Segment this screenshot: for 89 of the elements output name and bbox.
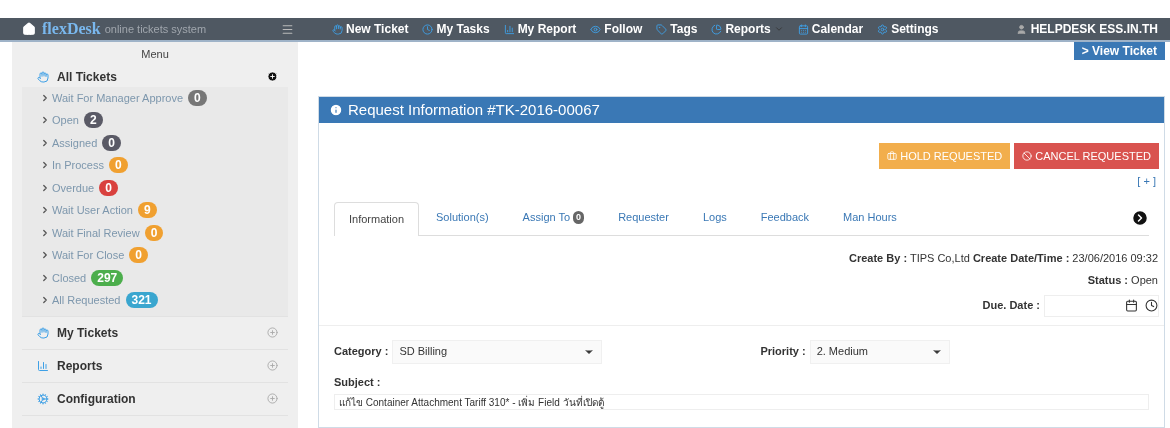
tab[interactable]: Solution(s) [419, 200, 506, 235]
action-button[interactable]: CANCEL REQUESTED [1014, 143, 1159, 169]
subject-label: Subject : [334, 374, 382, 390]
chevron-icon [40, 227, 50, 238]
info-icon [329, 103, 343, 117]
category-select[interactable]: SD Billing [392, 339, 603, 364]
tab[interactable]: Logs [685, 200, 744, 235]
nav-link[interactable]: Calendar [797, 20, 864, 38]
brand-tagline: online tickets system [104, 21, 207, 37]
nav-link[interactable]: Follow [590, 20, 643, 38]
chevron-icon [40, 92, 50, 103]
tab[interactable]: Information [334, 201, 420, 236]
nav-icon [711, 23, 723, 35]
nav-icon [656, 23, 668, 35]
count-badge: 9 [137, 202, 157, 219]
nav-icon [503, 23, 515, 35]
status-link[interactable]: Wait User Action [52, 202, 133, 219]
status-link[interactable]: Assigned [52, 134, 98, 151]
clock-icon[interactable] [1145, 299, 1158, 312]
count-badge: 0 [188, 89, 207, 106]
section-icon [37, 392, 49, 405]
home-icon[interactable] [22, 22, 36, 36]
count-badge: 297 [91, 269, 124, 286]
priority-label: Priority : [760, 344, 806, 360]
count-badge: 0 [129, 247, 148, 264]
ban-icon [1022, 151, 1033, 161]
nav-link[interactable]: My Tasks [422, 20, 490, 38]
status-link[interactable]: In Process [52, 157, 104, 174]
status-link[interactable]: Wait For Close [52, 247, 125, 264]
user-name[interactable]: HELPDESK ESS.IN.TH [1030, 20, 1158, 38]
status-link[interactable]: Overdue [52, 179, 95, 196]
nav-link[interactable]: New Ticket [332, 20, 409, 38]
tab[interactable]: Requester [601, 200, 686, 235]
due-date-field[interactable] [1044, 294, 1159, 317]
chevron-icon [40, 205, 50, 216]
nav-link[interactable]: Reports [711, 20, 784, 38]
brand-name[interactable]: flexDesk [42, 17, 101, 41]
chevron-icon [40, 160, 50, 171]
subject-field[interactable]: แก้ไข Container Attachment Tariff 310* - เพิ่ม Field วันที่เปิดตู้ [334, 394, 1149, 410]
status-link[interactable]: Wait For Manager Approve [52, 89, 184, 106]
panel-title: Request Information #TK-2016-00067 [348, 99, 600, 120]
nav-icon [590, 23, 602, 35]
count-badge: 0 [102, 134, 121, 151]
count-badge: 0 [108, 157, 128, 174]
status-link[interactable]: Wait Final Review [52, 224, 140, 241]
sidebar-title: Menu [140, 47, 170, 62]
status-link[interactable]: Closed [52, 269, 87, 286]
create-info: Create By : TIPS Co,Ltd Create Date/Time : 23/06/2016 09:32 [849, 250, 1158, 266]
chevron-icon [40, 182, 50, 193]
nav-link[interactable]: Tags [656, 20, 698, 38]
breadcrumb[interactable]: > View Ticket [1073, 42, 1165, 60]
count-badge: 321 [125, 292, 158, 309]
section-icon [37, 70, 49, 83]
count-badge: 0 [573, 210, 585, 225]
tab[interactable]: Assign To 0 [505, 200, 602, 235]
sidebar-section[interactable]: My Tickets [57, 323, 119, 342]
nav-icon [797, 23, 809, 35]
due-date-label: Due. Date : [982, 298, 1040, 314]
sidebar-section[interactable]: Configuration [57, 389, 136, 408]
status-link[interactable]: Open [52, 112, 79, 129]
chevron-icon [40, 250, 50, 261]
menu-icon[interactable] [281, 22, 294, 36]
status-link[interactable]: All Requested [52, 292, 121, 309]
nav-link[interactable]: My Report [503, 20, 577, 38]
sidebar-section[interactable]: All Tickets [57, 67, 117, 86]
sidebar-section[interactable]: Reports [57, 356, 103, 375]
count-badge: 0 [144, 224, 164, 241]
nav-icon [877, 23, 889, 35]
tab[interactable]: Man Hours [826, 200, 914, 235]
nav-icon [422, 23, 434, 35]
add-tag-link[interactable]: [ + ] [1137, 173, 1156, 190]
priority-select[interactable]: 2. Medium [809, 339, 950, 364]
calendar-icon [1125, 299, 1138, 312]
category-label: Category : [334, 344, 389, 360]
nav-link[interactable]: Settings [877, 20, 939, 38]
chevron-icon [40, 272, 50, 283]
count-badge: 2 [83, 112, 103, 129]
section-icon [37, 326, 49, 339]
user-icon[interactable] [1015, 23, 1027, 35]
nav-icon [332, 23, 343, 35]
chevron-icon [40, 137, 50, 148]
next-icon[interactable] [1131, 208, 1149, 227]
section-icon [37, 359, 49, 372]
chevron-icon [40, 115, 50, 126]
briefcase-icon [887, 151, 898, 161]
status-text: Status : Open [1087, 273, 1158, 288]
count-badge: 0 [99, 179, 118, 196]
tab[interactable]: Feedback [743, 200, 827, 235]
chevron-icon [40, 295, 50, 306]
